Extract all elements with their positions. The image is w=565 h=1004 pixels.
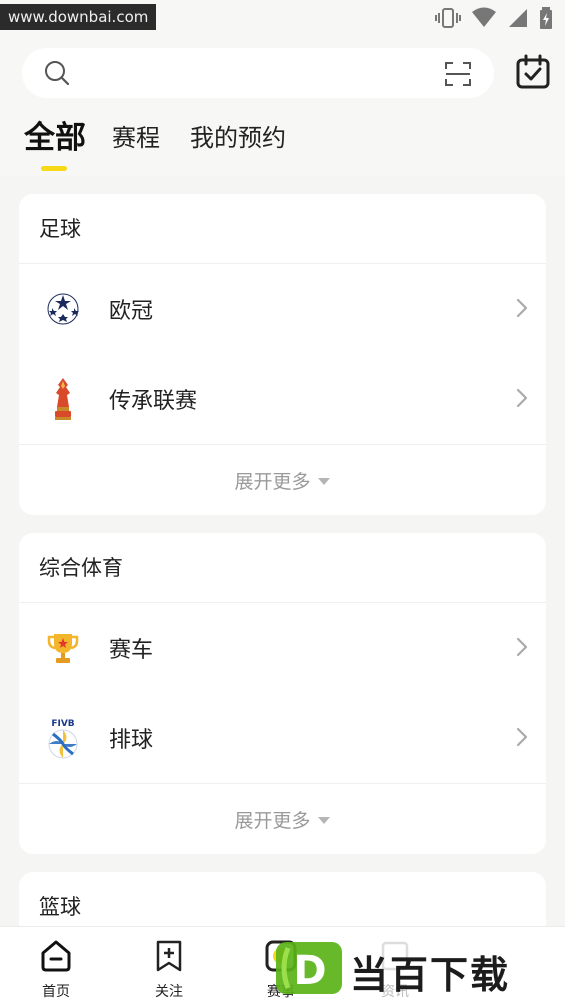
vibrate-icon <box>435 8 461 28</box>
tab-all[interactable]: 全部 <box>24 118 86 158</box>
tab-schedule[interactable]: 赛程 <box>112 118 160 158</box>
status-bar: www.downbai.com <box>0 0 565 36</box>
nav-follow[interactable]: 关注 <box>139 939 199 1001</box>
tab-bar: 全部 赛程 我的预约 <box>24 118 316 176</box>
caret-down-icon <box>317 477 330 485</box>
caret-down-icon <box>317 816 330 824</box>
calendar-check-icon[interactable] <box>515 54 551 90</box>
item-label: 欧冠 <box>109 299 154 324</box>
list-item-volleyball[interactable]: FIVB 排球 <box>19 693 546 783</box>
champions-league-icon <box>47 293 79 325</box>
section-title: 足球 <box>19 194 546 264</box>
expand-more-label: 展开更多 <box>234 810 311 832</box>
brand-logo-icon: D <box>276 942 342 994</box>
status-icons <box>435 7 553 29</box>
item-label: 排球 <box>109 728 154 753</box>
nav-home[interactable]: 首页 <box>26 939 86 1001</box>
app-page: www.downbai.com 全部 赛程 我的预约 足球 欧冠 传承联赛 展开… <box>0 0 565 1004</box>
volleyball-fivb-icon: FIVB <box>48 719 78 759</box>
league-trophy-icon <box>55 378 71 420</box>
tab-my-reservations[interactable]: 我的预约 <box>190 118 286 158</box>
expand-more-button[interactable]: 展开更多 <box>19 444 546 515</box>
watermark-url: www.downbai.com <box>0 4 157 30</box>
section-title: 综合体育 <box>19 533 546 603</box>
expand-more-label: 展开更多 <box>234 471 311 493</box>
signal-icon <box>509 9 527 27</box>
list-item-heritage-league[interactable]: 传承联赛 <box>19 354 546 444</box>
chevron-right-icon <box>516 388 528 408</box>
header: 全部 赛程 我的预约 <box>0 36 565 176</box>
wifi-icon <box>472 7 496 27</box>
trophy-icon <box>47 634 79 663</box>
item-label: 传承联赛 <box>109 389 198 414</box>
brand-logo-letter: D <box>293 948 326 994</box>
follow-icon <box>156 940 182 972</box>
chevron-right-icon <box>516 298 528 318</box>
section-card-football: 足球 欧冠 传承联赛 展开更多 <box>19 194 546 515</box>
list-item-champions-league[interactable]: 欧冠 <box>19 264 546 354</box>
fivb-text: FIVB <box>51 719 74 729</box>
section-card-multisport: 综合体育 赛车 FIVB 排球 展开更多 <box>19 533 546 854</box>
chevron-right-icon <box>516 727 528 747</box>
search-icon <box>45 61 70 86</box>
nav-label: 首页 <box>42 984 70 1000</box>
chevron-right-icon <box>516 637 528 657</box>
nav-label: 关注 <box>155 984 183 1000</box>
scan-icon[interactable] <box>444 60 472 88</box>
active-tab-indicator <box>41 166 67 171</box>
battery-icon <box>540 7 552 29</box>
list-item-racing[interactable]: 赛车 <box>19 603 546 693</box>
item-label: 赛车 <box>109 638 154 663</box>
brand-watermark: D 当百下载 <box>272 938 562 998</box>
brand-watermark-text: 当百下载 <box>350 953 511 997</box>
expand-more-button[interactable]: 展开更多 <box>19 783 546 854</box>
search-box[interactable] <box>22 48 494 98</box>
home-icon <box>41 940 71 972</box>
